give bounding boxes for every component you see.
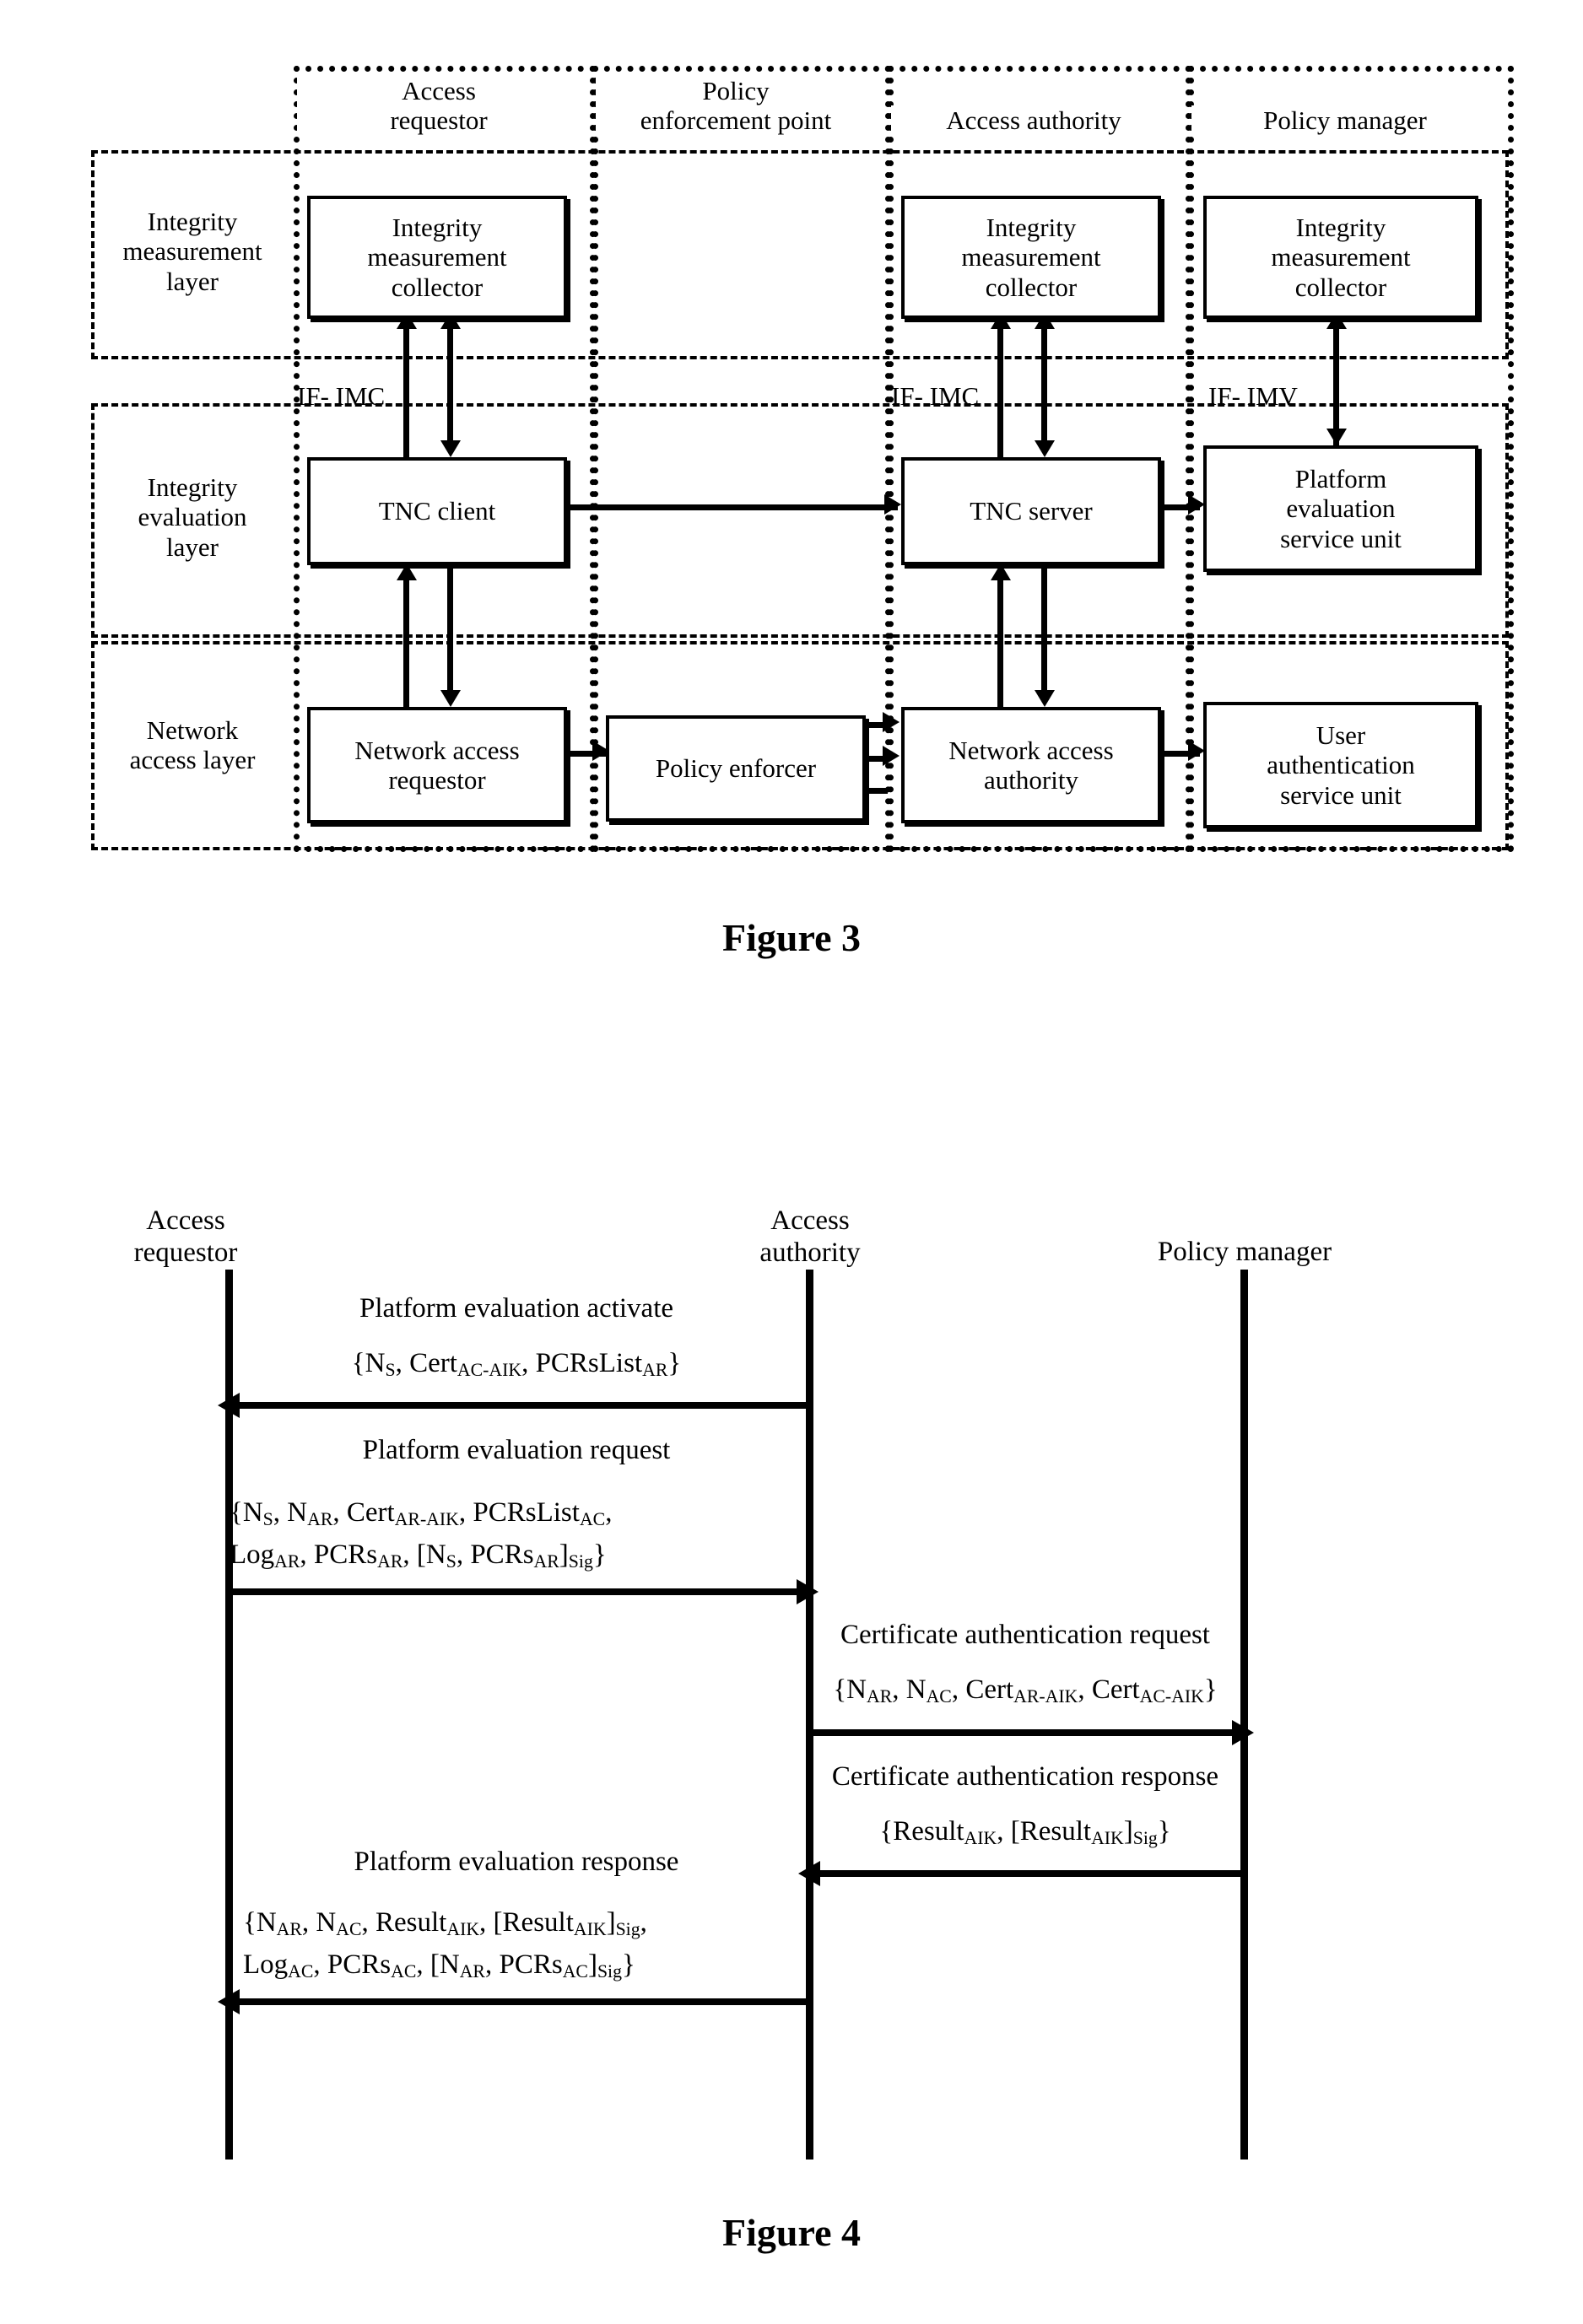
arrow-pm-imv-shaft: [1333, 312, 1339, 445]
layer-label-integrity-measurement: Integrity measurement layer: [95, 207, 290, 296]
message-title-platform-evaluation-activate: Platform evaluation activate: [359, 1293, 674, 1324]
arrow-aa-tnc-naa-down-head: [1035, 690, 1055, 707]
message-payload2-platform-evaluation-response: LogAC, PCRsAC, [NAR, PCRsAC]Sig}: [243, 1949, 635, 1982]
component-pm-integrity-measurement-collector[interactable]: Integrity measurement collector: [1203, 196, 1478, 319]
message-payload1-platform-evaluation-response: {NAR, NAC, ResultAIK, [ResultAIK]Sig,: [243, 1907, 647, 1939]
arrow-ar-tnc-down-shaft: [447, 312, 453, 440]
arrow-pe-naa-top-head: [883, 712, 900, 732]
arrow-ar-tnc-nar-down-shaft: [447, 563, 453, 690]
message-arrowhead-platform-evaluation-request: [797, 1579, 819, 1604]
entity-title-policy-enforcement-point: Policy enforcement point: [596, 76, 876, 136]
message-arrow-platform-evaluation-activate: [235, 1402, 813, 1409]
arrow-naa-uasu-right-head: [1188, 741, 1205, 761]
arrow-aa-tnc-down-shaft: [1041, 312, 1047, 440]
entity-title-policy-manager: Policy manager: [1191, 105, 1499, 136]
component-user-authentication-service-unit[interactable]: User authentication service unit: [1203, 702, 1478, 828]
figure-4-sequence-diagram: Access requestor Access authority Policy m…: [0, 1164, 1583, 2324]
message-payload2-platform-evaluation-request: LogAR, PCRsAR, [NS, PCRsAR]Sig}: [230, 1539, 607, 1572]
message-payload-certificate-authentication-request: {NAR, NAC, CertAR-AIK, CertAC-AIK}: [833, 1674, 1218, 1707]
arrow-ar-tnc-nar-up-head: [397, 563, 417, 580]
message-arrow-certificate-authentication-request: [808, 1729, 1245, 1736]
entity-title-access-authority: Access authority: [891, 105, 1176, 136]
arrow-ar-tnc-nar-down-head: [440, 690, 461, 707]
arrow-tnc-server-pesu-right-head: [1188, 494, 1205, 515]
component-platform-evaluation-service-unit[interactable]: Platform evaluation service unit: [1203, 445, 1478, 572]
message-title-certificate-authentication-response: Certificate authentication response: [831, 1761, 1219, 1792]
layer-label-integrity-evaluation: Integrity evaluation layer: [95, 472, 290, 562]
component-ar-integrity-measurement-collector[interactable]: Integrity measurement collector: [307, 196, 567, 319]
figure-3-caption: Figure 3: [722, 916, 861, 959]
arrow-tnc-client-server-shaft: [565, 504, 898, 510]
message-payload1-platform-evaluation-request: {NS, NAR, CertAR-AIK, PCRsListAC,: [230, 1497, 613, 1529]
message-title-platform-evaluation-response: Platform evaluation response: [354, 1847, 679, 1877]
lifeline-head-access-authority: Access authority: [759, 1205, 861, 1269]
message-title-certificate-authentication-request: Certificate authentication request: [840, 1620, 1210, 1650]
message-arrow-platform-evaluation-request: [228, 1588, 810, 1595]
entity-title-access-requestor: Access requestor: [297, 76, 581, 136]
arrow-ar-tnc-nar-up-shaft: [403, 580, 409, 707]
component-network-access-requestor[interactable]: Network access requestor: [307, 707, 567, 823]
arrow-tnc-client-server-right-head: [884, 494, 901, 515]
layer-label-network-access: Network access layer: [95, 715, 290, 775]
lifeline-policy-manager: [1240, 1270, 1248, 2160]
arrow-pm-imv-down-head: [1326, 429, 1347, 445]
component-network-access-authority[interactable]: Network access authority: [901, 707, 1161, 823]
component-tnc-client[interactable]: TNC client: [307, 457, 567, 565]
message-payload-certificate-authentication-response: {ResultAIK, [ResultAIK]Sig}: [879, 1816, 1171, 1848]
figure-3-architecture-diagram: Access requestor Policy enforcement point …: [0, 0, 1583, 1012]
arrow-aa-imc-up-shaft: [997, 329, 1003, 457]
lifeline-head-policy-manager: Policy manager: [1157, 1237, 1332, 1267]
lifeline-head-access-requestor: Access requestor: [133, 1205, 238, 1269]
message-payload-platform-evaluation-activate: {NS, CertAC-AIK, PCRsListAR}: [351, 1348, 682, 1380]
arrow-aa-tnc-naa-down-shaft: [1041, 563, 1047, 690]
arrow-aa-tnc-naa-up-head: [991, 563, 1011, 580]
arrow-ar-tnc-down-head: [440, 440, 461, 457]
interface-label-if-imc-left: IF- IMC: [297, 381, 386, 411]
message-arrowhead-certificate-authentication-request: [1232, 1720, 1254, 1745]
message-title-platform-evaluation-request: Platform evaluation request: [362, 1435, 671, 1465]
component-policy-enforcer[interactable]: Policy enforcer: [606, 715, 866, 822]
arrow-aa-tnc-naa-up-shaft: [997, 580, 1003, 707]
message-arrow-platform-evaluation-response: [235, 1998, 813, 2005]
interface-label-if-imc-right: IF- IMC: [891, 381, 980, 411]
message-arrow-certificate-authentication-response: [815, 1870, 1245, 1877]
arrow-aa-tnc-down-head: [1035, 440, 1055, 457]
message-arrowhead-platform-evaluation-response: [218, 1989, 240, 2014]
message-arrowhead-platform-evaluation-activate: [218, 1393, 240, 1418]
component-aa-integrity-measurement-collector[interactable]: Integrity measurement collector: [901, 196, 1161, 319]
figure-4-caption: Figure 4: [722, 2211, 861, 2254]
component-tnc-server[interactable]: TNC server: [901, 457, 1161, 565]
arrow-pe-naa-mid-right-head: [883, 746, 900, 766]
interface-label-if-imv: IF- IMV: [1208, 381, 1298, 411]
arrow-ar-imc-up-shaft: [403, 329, 409, 457]
